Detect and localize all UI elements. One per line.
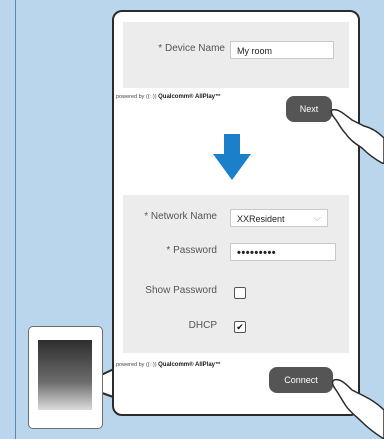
dhcp-label: DHCP — [188, 320, 217, 331]
network-name-value: XXResident — [237, 214, 285, 224]
device-name-panel: * Device Name My room — [123, 22, 349, 88]
smartphone-icon — [28, 326, 103, 429]
pointing-hand-icon — [331, 378, 384, 439]
allplay-logo-icon: ((◌)) — [145, 94, 157, 100]
network-panel: * Network Name XXResident ⌵ * Password •… — [123, 195, 349, 353]
allplay-logo-icon: ((◌)) — [145, 362, 157, 368]
down-arrow-icon — [213, 134, 251, 180]
password-input[interactable]: ••••••••• — [230, 243, 336, 261]
chevron-down-icon: ⌵ — [313, 213, 321, 224]
show-password-label: Show Password — [145, 285, 217, 296]
brand-text: Qualcomm® AllPlay™ — [158, 362, 221, 368]
checkmark-icon: ✔ — [236, 322, 244, 332]
setup-callout: * Device Name My room powered by ((◌)) Q… — [112, 10, 360, 416]
powered-by-allplay-2: powered by ((◌)) Qualcomm® AllPlay™ — [116, 362, 221, 368]
device-name-input[interactable]: My room — [230, 41, 334, 59]
powered-by-text: powered by — [116, 362, 145, 368]
dhcp-checkbox[interactable]: ✔ — [234, 321, 246, 333]
password-label: * Password — [166, 245, 217, 256]
network-name-select[interactable]: XXResident ⌵ — [230, 209, 328, 227]
brand-text: Qualcomm® AllPlay™ — [158, 94, 221, 100]
pointing-hand-icon — [330, 108, 384, 164]
connect-button[interactable]: Connect — [269, 367, 333, 393]
powered-by-text: powered by — [116, 94, 145, 100]
show-password-checkbox[interactable] — [234, 287, 246, 299]
powered-by-allplay-1: powered by ((◌)) Qualcomm® AllPlay™ — [116, 94, 221, 100]
next-button[interactable]: Next — [286, 96, 332, 122]
device-name-label: * Device Name — [158, 43, 225, 54]
phone-screen — [38, 340, 92, 410]
network-name-label: * Network Name — [144, 211, 217, 222]
